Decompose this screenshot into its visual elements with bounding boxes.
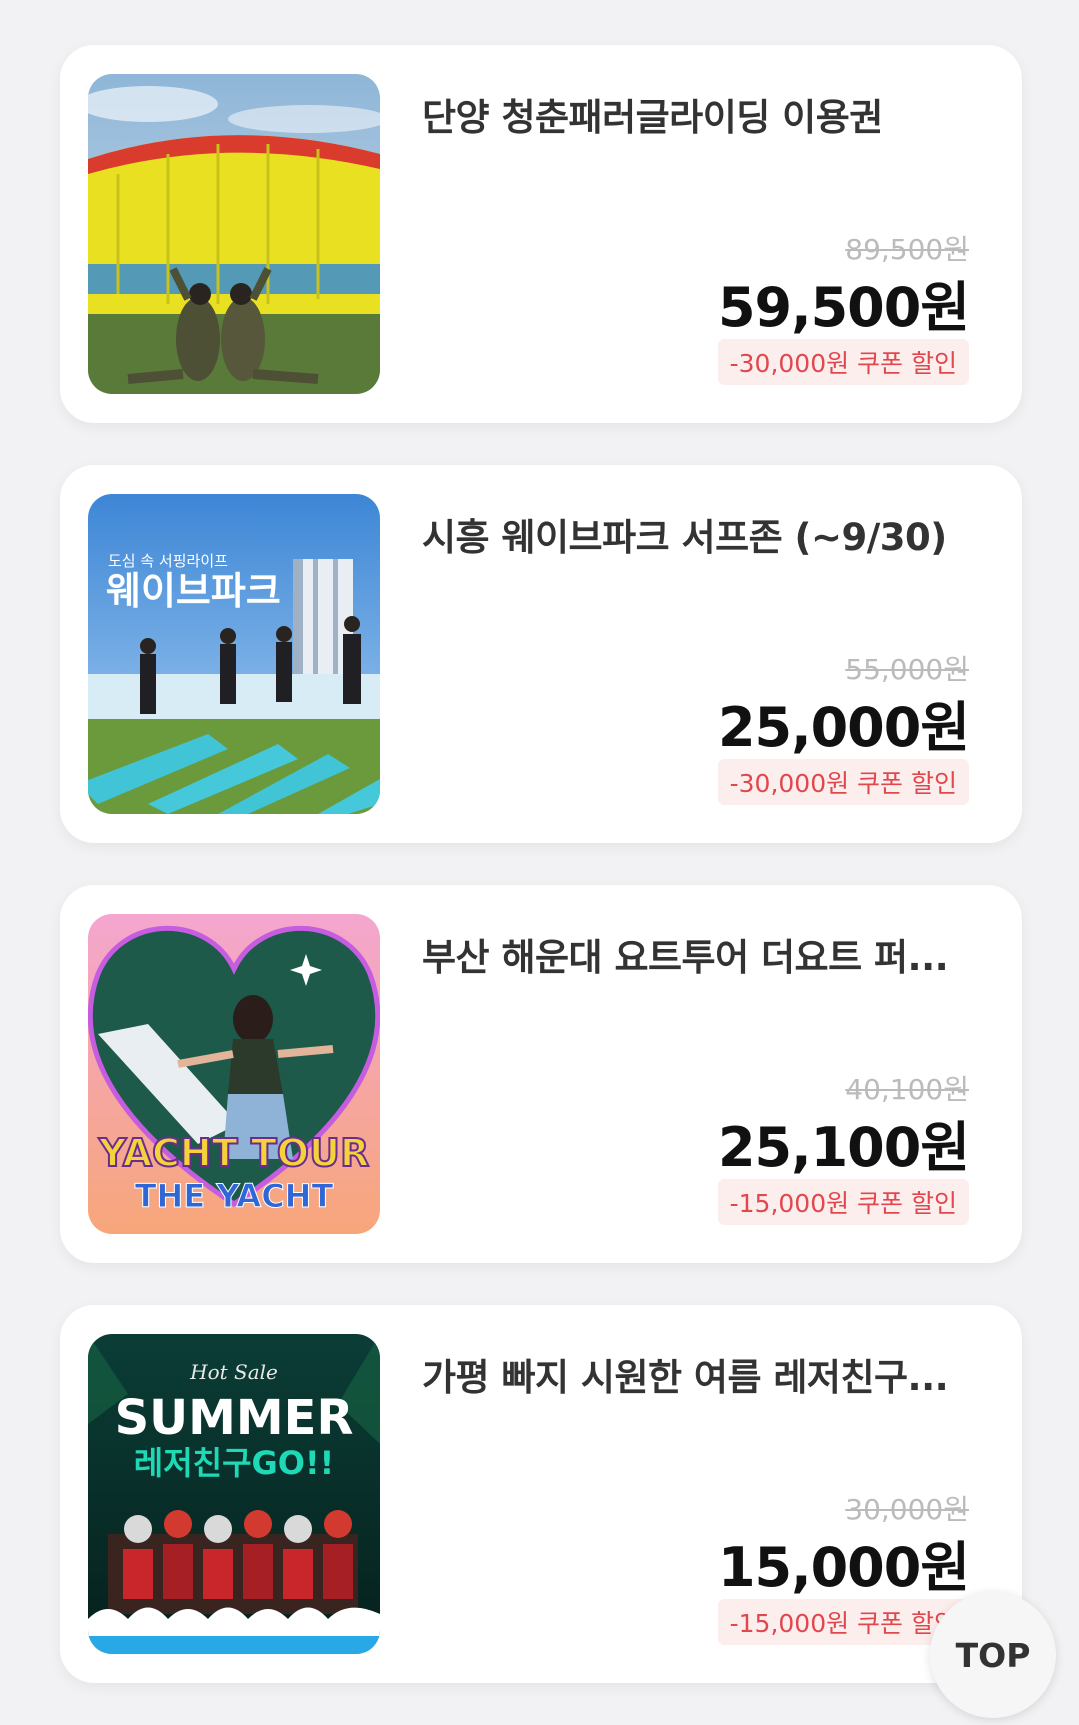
product-title[interactable]: 부산 해운대 요트투어 더요트 퍼... <box>422 927 982 981</box>
coupon-badge: -30,000원 쿠폰 할인 <box>717 759 969 805</box>
product-title[interactable]: 가평 빠지 시원한 여름 레저친구... <box>422 1347 982 1401</box>
product-image-paragliding[interactable] <box>88 74 380 394</box>
product-card[interactable]: YACHT TOUR THE YACHT 부산 해운대 요트투어 더요트 퍼..… <box>60 885 1022 1263</box>
original-price: 55,000원 <box>845 653 969 686</box>
original-price: 30,000원 <box>845 1493 969 1526</box>
product-image-yacht[interactable]: YACHT TOUR THE YACHT <box>88 914 380 1234</box>
image-caption-line2: THE YACHT <box>135 1177 334 1215</box>
product-card[interactable]: 단양 청춘패러글라이딩 이용권 89,500원 59,500원 -30,000원… <box>60 45 1022 423</box>
scroll-to-top-button[interactable]: TOP <box>930 1592 1056 1718</box>
product-card[interactable]: 도심 속 서핑라이프 웨이브파크 시흥 웨이브파크 서프존 (~9/30) 55… <box>60 465 1022 843</box>
coupon-badge: -15,000원 쿠폰 할인 <box>717 1179 969 1225</box>
coupon-badge: -30,000원 쿠폰 할인 <box>717 339 969 385</box>
product-list: 단양 청춘패러글라이딩 이용권 89,500원 59,500원 -30,000원… <box>60 45 1022 1725</box>
product-image-summer[interactable]: Hot Sale SUMMER 레저친구GO!! <box>88 1334 380 1654</box>
image-caption-headline: SUMMER <box>115 1390 354 1446</box>
image-caption-sub: 레저친구GO!! <box>134 1444 334 1482</box>
product-title[interactable]: 시흥 웨이브파크 서프존 (~9/30) <box>422 507 982 561</box>
sale-price: 25,000원 <box>717 696 970 759</box>
image-caption-line1: YACHT TOUR <box>98 1131 369 1175</box>
image-caption-script: Hot Sale <box>189 1360 278 1384</box>
image-caption-small: 도심 속 서핑라이프 <box>108 552 228 570</box>
product-image-surfing[interactable]: 도심 속 서핑라이프 웨이브파크 <box>88 494 380 814</box>
product-title[interactable]: 단양 청춘패러글라이딩 이용권 <box>422 87 982 141</box>
original-price: 89,500원 <box>845 233 969 266</box>
sale-price: 25,100원 <box>717 1116 970 1179</box>
sale-price: 15,000원 <box>717 1536 970 1599</box>
original-price: 40,100원 <box>845 1073 969 1106</box>
image-caption-large: 웨이브파크 <box>106 569 281 613</box>
sale-price: 59,500원 <box>717 276 970 339</box>
product-card[interactable]: Hot Sale SUMMER 레저친구GO!! 가평 빠지 시원한 여름 레저… <box>60 1305 1022 1683</box>
